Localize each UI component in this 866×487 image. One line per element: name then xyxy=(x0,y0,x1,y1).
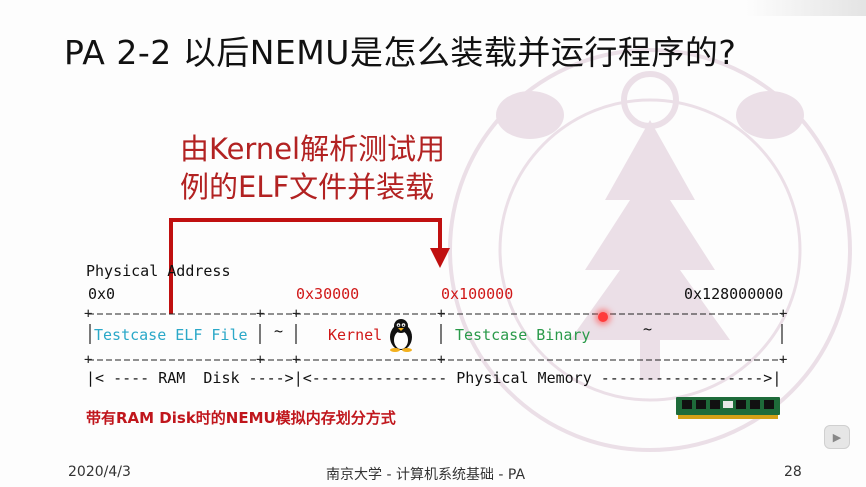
ram-stick-icon xyxy=(676,397,780,419)
svg-text:+: + xyxy=(256,306,264,322)
svg-text:+: + xyxy=(256,352,264,368)
svg-text:+: + xyxy=(292,306,300,322)
svg-text:+: + xyxy=(84,306,92,322)
footer-date: 2020/4/3 xyxy=(68,464,131,480)
tux-penguin-icon xyxy=(390,319,412,352)
presentation-slide: PA 2-2 以后NEMU是怎么装载并运行程序的? 由Kernel解析测试用 例… xyxy=(0,0,866,487)
segment-testcase-elf-file: Testcase ELF File xyxy=(94,326,248,344)
laser-pointer-icon xyxy=(598,312,608,322)
segment-testcase-binary: Testcase Binary xyxy=(455,326,591,344)
diagram-caption: 带有RAM Disk时的NEMU模拟内存划分方式 xyxy=(86,409,396,427)
svg-text:+: + xyxy=(437,352,445,368)
svg-text:+: + xyxy=(437,306,445,322)
segment-kernel: Kernel xyxy=(328,326,383,344)
footer-course: 南京大学 - 计算机系统基础 - PA xyxy=(326,467,526,483)
ram-disk-physical-memory-legend: |< ---- RAM Disk ---->|<--------------- … xyxy=(86,369,782,387)
segment-gap-tilde: ~ xyxy=(274,322,284,340)
svg-text:+: + xyxy=(292,352,300,368)
play-control-icon[interactable]: ▶ xyxy=(824,425,850,449)
footer-page-number: 28 xyxy=(784,464,802,480)
svg-text:+: + xyxy=(84,352,92,368)
svg-text:+: + xyxy=(779,352,787,368)
svg-text:+: + xyxy=(779,306,787,322)
segment-free-tilde: ~ xyxy=(643,320,653,338)
